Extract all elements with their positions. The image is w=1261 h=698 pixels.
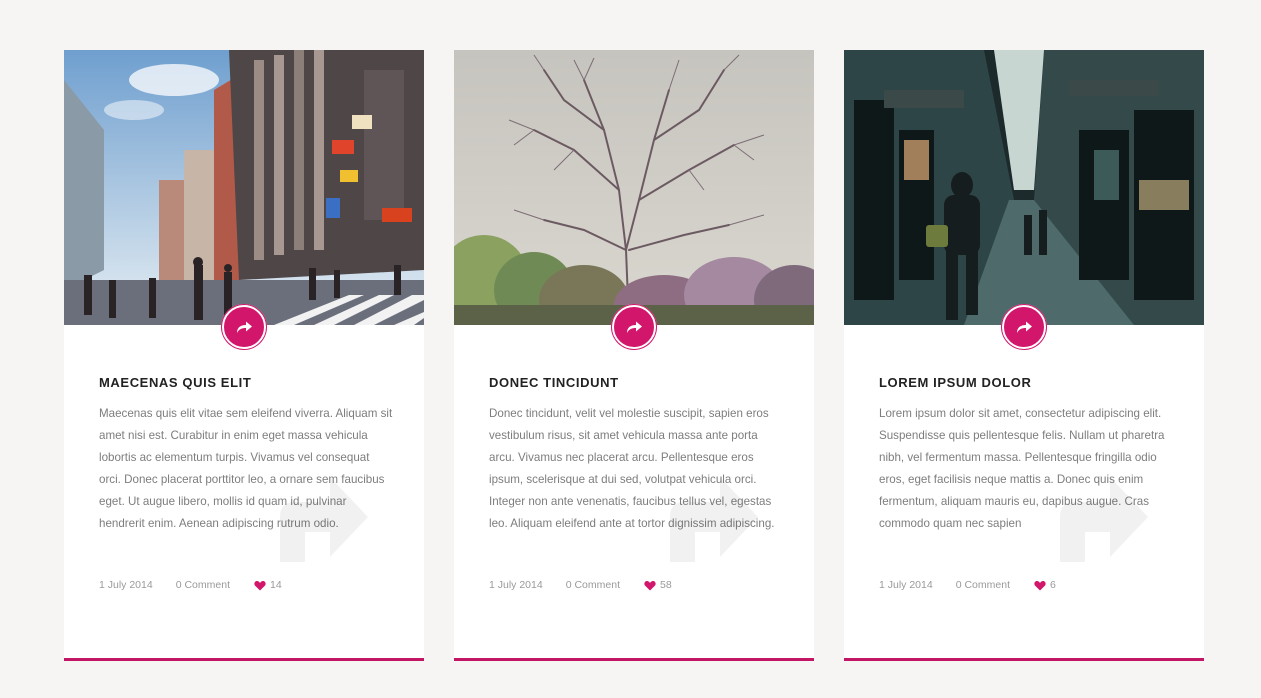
post-image-city-street[interactable] (64, 50, 424, 325)
comments-link[interactable]: 0 Comment (956, 579, 1010, 591)
heart-icon (644, 580, 656, 590)
likes-button[interactable]: 58 (644, 579, 672, 591)
share-button[interactable] (221, 304, 267, 350)
share-arrow-icon (627, 321, 642, 333)
post-excerpt: Lorem ipsum dolor sit amet, consectetur … (879, 407, 1165, 530)
post-meta: 1 July 2014 0 Comment 14 (99, 579, 282, 591)
share-arrow-icon (237, 321, 252, 333)
comments-link[interactable]: 0 Comment (566, 579, 620, 591)
post-meta: 1 July 2014 0 Comment 6 (879, 579, 1056, 591)
post-image-bare-tree[interactable] (454, 50, 814, 325)
post-excerpt: Maecenas quis elit vitae sem eleifend vi… (99, 407, 393, 530)
post-card: MAECENAS QUIS ELIT Maecenas quis elit vi… (64, 50, 424, 661)
post-title[interactable]: LOREM IPSUM DOLOR (879, 375, 1031, 390)
likes-button[interactable]: 6 (1034, 579, 1056, 591)
likes-count: 58 (660, 579, 672, 591)
heart-icon (254, 580, 266, 590)
likes-count: 6 (1050, 579, 1056, 591)
post-meta: 1 July 2014 0 Comment 58 (489, 579, 672, 591)
likes-count: 14 (270, 579, 282, 591)
post-date: 1 July 2014 (99, 579, 153, 591)
post-title[interactable]: DONEC TINCIDUNT (489, 375, 619, 390)
likes-button[interactable]: 14 (254, 579, 282, 591)
share-button[interactable] (611, 304, 657, 350)
post-date: 1 July 2014 (489, 579, 543, 591)
post-card: DONEC TINCIDUNT Donec tincidunt, velit v… (454, 50, 814, 661)
comments-link[interactable]: 0 Comment (176, 579, 230, 591)
share-button[interactable] (1001, 304, 1047, 350)
post-image-alley[interactable] (844, 50, 1204, 325)
post-card: LOREM IPSUM DOLOR Lorem ipsum dolor sit … (844, 50, 1204, 661)
post-excerpt: Donec tincidunt, velit vel molestie susc… (489, 407, 775, 530)
post-date: 1 July 2014 (879, 579, 933, 591)
post-title[interactable]: MAECENAS QUIS ELIT (99, 375, 251, 390)
share-arrow-icon (1017, 321, 1032, 333)
heart-icon (1034, 580, 1046, 590)
